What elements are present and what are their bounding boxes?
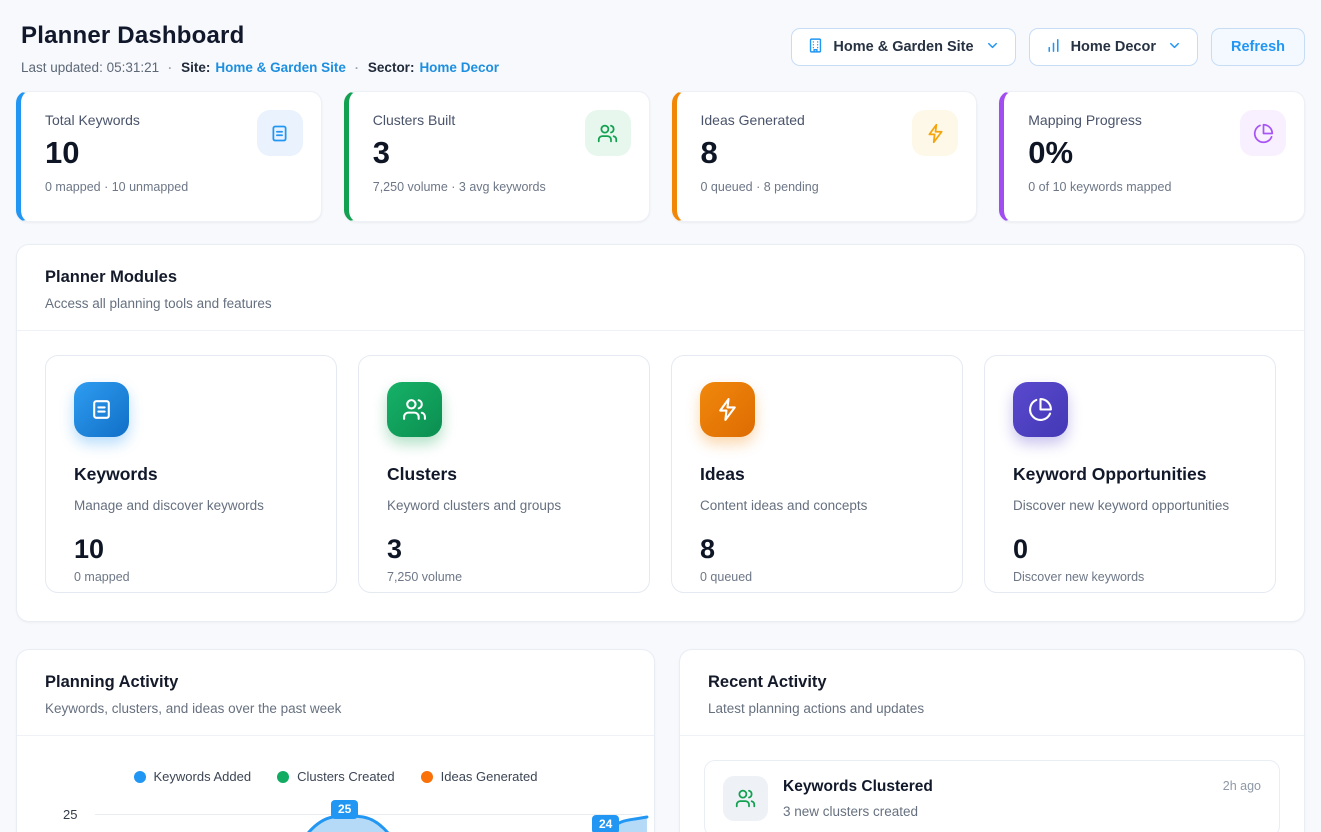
sector-selector-label: Home Decor xyxy=(1071,39,1156,55)
dot-separator: · xyxy=(168,61,172,75)
divider xyxy=(17,735,654,736)
page-title: Planner Dashboard xyxy=(21,22,499,50)
bar-chart-icon xyxy=(1045,37,1062,58)
planner-dashboard-page: Planner Dashboard Last updated: 05:31:21… xyxy=(0,0,1321,832)
page-header: Planner Dashboard Last updated: 05:31:21… xyxy=(0,0,1321,75)
stat-sub: 0 queued · 8 pending xyxy=(701,180,957,194)
site-label: Site: xyxy=(181,60,210,75)
data-point-label: 24 xyxy=(592,815,619,832)
legend-label: Clusters Created xyxy=(297,769,395,784)
document-icon xyxy=(257,110,303,156)
recent-activity-header: Recent Activity Latest planning actions … xyxy=(680,650,1304,735)
legend-item-keywords-added: Keywords Added xyxy=(134,769,252,784)
site-link[interactable]: Home & Garden Site xyxy=(215,60,346,75)
site-selector-button[interactable]: Home & Garden Site xyxy=(791,28,1015,66)
chart-legend: Keywords Added Clusters Created Ideas Ge… xyxy=(17,769,654,784)
module-description: Manage and discover keywords xyxy=(74,498,308,513)
data-point-label: 25 xyxy=(331,800,358,819)
header-actions: Home & Garden Site Home Decor Refresh xyxy=(791,28,1305,66)
legend-item-ideas-generated: Ideas Generated xyxy=(421,769,538,784)
activity-description: 3 new clusters created xyxy=(783,804,1208,819)
users-icon xyxy=(387,382,442,437)
recent-activity-panel: Recent Activity Latest planning actions … xyxy=(679,649,1305,832)
document-icon xyxy=(74,382,129,437)
recent-activity-title: Recent Activity xyxy=(708,673,1276,692)
module-sub: 0 queued xyxy=(700,570,934,584)
activity-title: Keywords Clustered xyxy=(783,778,1208,796)
module-description: Discover new keyword opportunities xyxy=(1013,498,1247,513)
activity-body: Keywords Clustered 3 new clusters create… xyxy=(783,776,1208,819)
site-selector-label: Home & Garden Site xyxy=(833,39,973,55)
chevron-down-icon xyxy=(985,38,1000,57)
legend-dot-icon xyxy=(421,771,433,783)
stat-sub: 7,250 volume · 3 avg keywords xyxy=(373,180,629,194)
header-left: Planner Dashboard Last updated: 05:31:21… xyxy=(21,22,499,75)
module-card-clusters[interactable]: Clusters Keyword clusters and groups 3 7… xyxy=(358,355,650,593)
stat-sub: 0 mapped · 10 unmapped xyxy=(45,180,301,194)
module-description: Content ideas and concepts xyxy=(700,498,934,513)
module-sub: Discover new keywords xyxy=(1013,570,1247,584)
legend-label: Ideas Generated xyxy=(441,769,538,784)
bottom-row: Planning Activity Keywords, clusters, an… xyxy=(16,649,1305,832)
sector-meta: Sector: Home Decor xyxy=(368,60,499,75)
planning-activity-header: Planning Activity Keywords, clusters, an… xyxy=(17,650,654,735)
module-card-keywords[interactable]: Keywords Manage and discover keywords 10… xyxy=(45,355,337,593)
planner-modules-panel: Planner Modules Access all planning tool… xyxy=(16,244,1305,622)
module-title: Keywords xyxy=(74,464,308,485)
modules-panel-subtitle: Access all planning tools and features xyxy=(45,296,1276,311)
stat-card-clusters-built: Clusters Built 3 7,250 volume · 3 avg ke… xyxy=(344,91,650,222)
activity-item-keywords-clustered: Keywords Clustered 3 new clusters create… xyxy=(704,760,1280,832)
module-value: 10 xyxy=(74,534,308,565)
module-card-keyword-opportunities[interactable]: Keyword Opportunities Discover new keywo… xyxy=(984,355,1276,593)
module-title: Ideas xyxy=(700,464,934,485)
sector-selector-button[interactable]: Home Decor xyxy=(1029,28,1198,66)
modules-panel-title: Planner Modules xyxy=(45,268,1276,287)
last-updated-text: Last updated: 05:31:21 xyxy=(21,60,159,75)
modules-panel-header: Planner Modules Access all planning tool… xyxy=(17,245,1304,330)
stat-sub: 0 of 10 keywords mapped xyxy=(1028,180,1284,194)
recent-activity-subtitle: Latest planning actions and updates xyxy=(708,701,1276,716)
module-value: 3 xyxy=(387,534,621,565)
activity-timestamp: 2h ago xyxy=(1223,776,1261,793)
modules-grid: Keywords Manage and discover keywords 10… xyxy=(17,331,1304,621)
legend-dot-icon xyxy=(134,771,146,783)
refresh-button[interactable]: Refresh xyxy=(1211,28,1305,66)
header-meta: Last updated: 05:31:21 · Site: Home & Ga… xyxy=(21,60,499,75)
sector-link[interactable]: Home Decor xyxy=(419,60,499,75)
planning-activity-subtitle: Keywords, clusters, and ideas over the p… xyxy=(45,701,626,716)
stat-card-mapping-progress: Mapping Progress 0% 0 of 10 keywords map… xyxy=(999,91,1305,222)
sector-label: Sector: xyxy=(368,60,415,75)
planning-activity-chart: 25 25 24 xyxy=(17,796,654,832)
module-value: 8 xyxy=(700,534,934,565)
legend-label: Keywords Added xyxy=(154,769,252,784)
pie-chart-icon xyxy=(1013,382,1068,437)
module-sub: 0 mapped xyxy=(74,570,308,584)
site-meta: Site: Home & Garden Site xyxy=(181,60,346,75)
building-icon xyxy=(807,37,824,58)
zap-icon xyxy=(700,382,755,437)
users-icon xyxy=(723,776,768,821)
module-card-ideas[interactable]: Ideas Content ideas and concepts 8 0 que… xyxy=(671,355,963,593)
module-title: Clusters xyxy=(387,464,621,485)
legend-dot-icon xyxy=(277,771,289,783)
chevron-down-icon xyxy=(1167,38,1182,57)
users-icon xyxy=(585,110,631,156)
legend-item-clusters-created: Clusters Created xyxy=(277,769,395,784)
planning-activity-panel: Planning Activity Keywords, clusters, an… xyxy=(16,649,655,832)
stat-card-total-keywords: Total Keywords 10 0 mapped · 10 unmapped xyxy=(16,91,322,222)
module-sub: 7,250 volume xyxy=(387,570,621,584)
planning-activity-title: Planning Activity xyxy=(45,673,626,692)
stat-card-ideas-generated: Ideas Generated 8 0 queued · 8 pending xyxy=(672,91,978,222)
module-title: Keyword Opportunities xyxy=(1013,464,1247,485)
module-description: Keyword clusters and groups xyxy=(387,498,621,513)
zap-icon xyxy=(912,110,958,156)
pie-chart-icon xyxy=(1240,110,1286,156)
module-value: 0 xyxy=(1013,534,1247,565)
dot-separator: · xyxy=(355,61,359,75)
activity-list: Keywords Clustered 3 new clusters create… xyxy=(680,736,1304,832)
stats-row: Total Keywords 10 0 mapped · 10 unmapped… xyxy=(16,91,1305,222)
